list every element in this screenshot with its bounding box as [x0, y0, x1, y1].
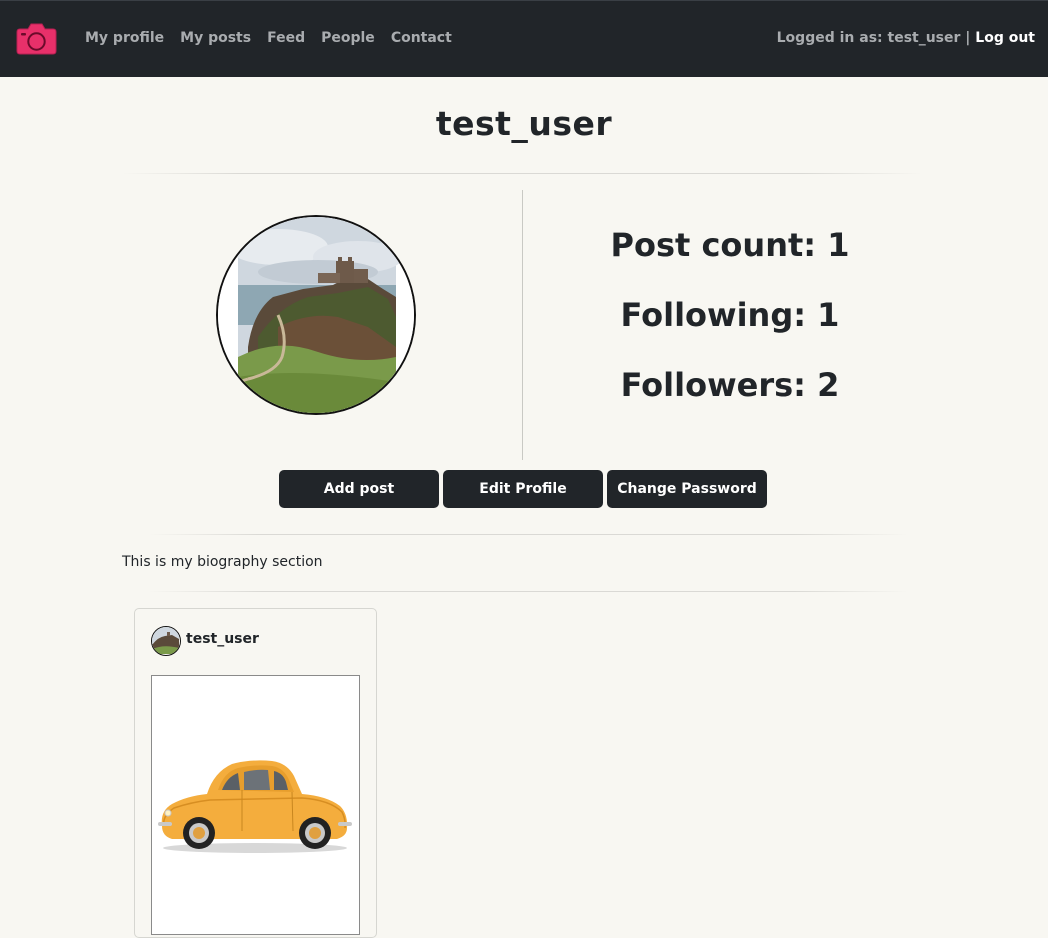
vertical-divider	[522, 190, 523, 460]
post-author-name[interactable]: test_user	[186, 631, 259, 647]
nav-my-profile[interactable]: My profile	[85, 30, 164, 46]
followers-count[interactable]: Followers: 2	[524, 366, 936, 404]
camera-icon[interactable]	[16, 22, 57, 55]
divider	[148, 591, 908, 592]
car-photo	[152, 676, 359, 934]
profile-avatar	[216, 215, 416, 415]
nav-my-posts[interactable]: My posts	[180, 30, 251, 46]
post-card[interactable]: test_user	[134, 608, 377, 938]
navbar: My profile My posts Feed People Contact …	[0, 0, 1048, 77]
post-image[interactable]	[151, 675, 360, 935]
change-password-button[interactable]: Change Password	[607, 470, 767, 508]
logout-link[interactable]: Log out	[975, 30, 1035, 46]
divider	[148, 534, 908, 535]
nav-people[interactable]: People	[321, 30, 375, 46]
following-count[interactable]: Following: 1	[524, 296, 936, 334]
edit-profile-button[interactable]: Edit Profile	[443, 470, 603, 508]
nav-contact[interactable]: Contact	[391, 30, 452, 46]
biography: This is my biography section	[122, 554, 323, 570]
profile-username: test_user	[435, 104, 613, 143]
add-post-button[interactable]: Add post	[279, 470, 439, 508]
user-status: Logged in as: test_user | Log out	[777, 30, 1035, 46]
post-count: Post count: 1	[610, 226, 850, 264]
post-author-avatar[interactable]	[151, 626, 181, 656]
nav-feed[interactable]: Feed	[267, 30, 305, 46]
divider	[122, 173, 922, 174]
castle-photo	[218, 217, 414, 413]
logged-in-text: Logged in as: test_user |	[776, 30, 976, 46]
nav-links: My profile My posts Feed People Contact	[85, 30, 468, 46]
